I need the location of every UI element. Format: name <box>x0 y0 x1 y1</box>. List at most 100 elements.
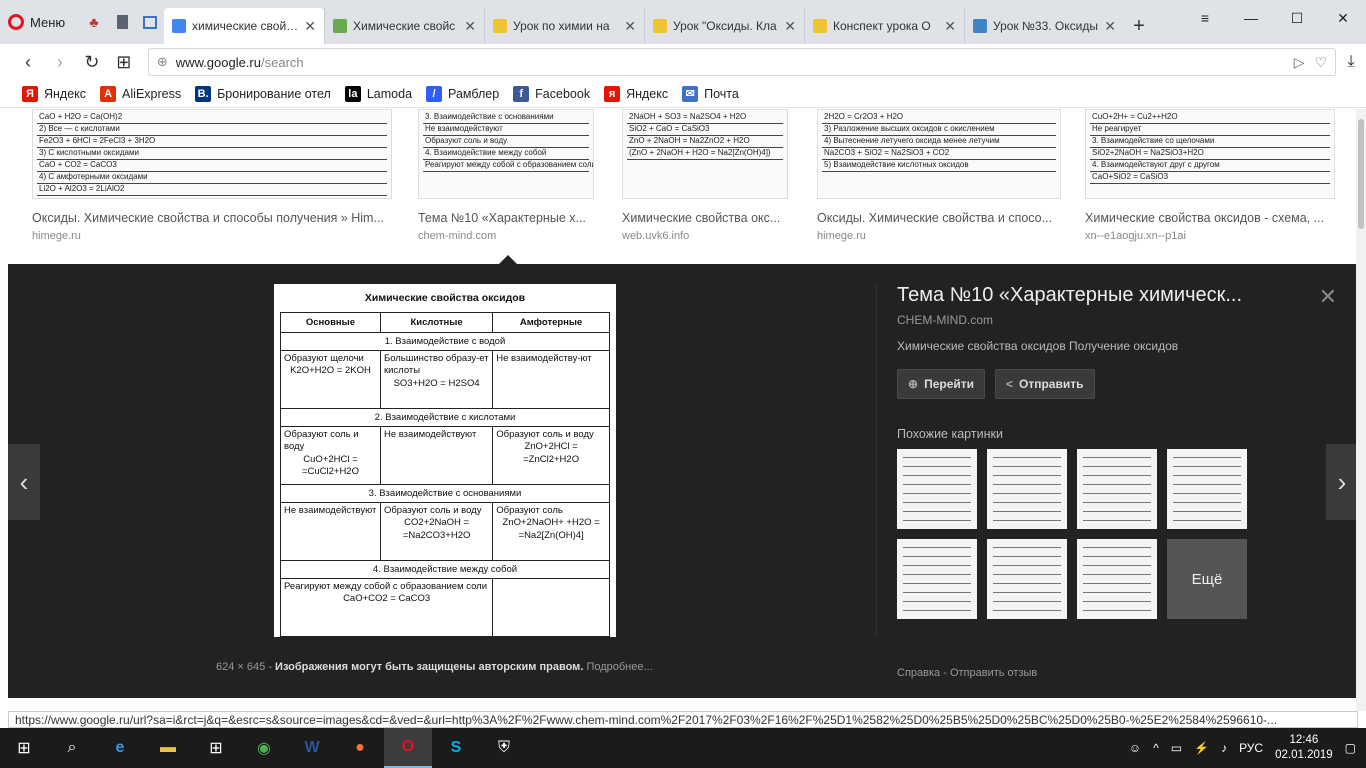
similar-image[interactable] <box>897 539 977 619</box>
result-title[interactable]: Оксиды. Химические свойства и способы по… <box>32 211 392 225</box>
browser-tab[interactable]: Химические свойс ✕ <box>324 8 484 44</box>
close-tab-icon[interactable]: ✕ <box>464 18 476 35</box>
opera-menu-button[interactable]: Меню <box>0 0 80 44</box>
similar-image[interactable] <box>1167 449 1247 529</box>
thumbnail-text: 4) Вытеснение летучего оксида менее лету… <box>824 136 1000 145</box>
sidebar-tab-icon[interactable] <box>136 0 164 44</box>
close-tab-icon[interactable]: ✕ <box>944 18 956 35</box>
back-button[interactable]: ‹ <box>12 46 44 78</box>
network-icon[interactable]: ⚡ <box>1194 741 1209 755</box>
address-bar[interactable]: ⊕ www.google.ru/search ▷ ♡ <box>147 48 1337 76</box>
close-tab-icon[interactable]: ✕ <box>784 18 796 35</box>
bookmark-item[interactable]: ✉ Почта <box>682 85 739 102</box>
image-result[interactable]: 2H2O = Cr2O3 + H2O 3) Разложение высших о… <box>817 109 1061 242</box>
result-thumbnail[interactable]: 3. Взаимодействие с основаниями Не взаимо… <box>418 109 594 199</box>
similar-image[interactable] <box>897 449 977 529</box>
result-title[interactable]: Тема №10 «Характерные х... <box>418 211 594 225</box>
firefox-taskbar-button[interactable]: ● <box>336 728 384 768</box>
similar-image[interactable] <box>1077 449 1157 529</box>
preview-title[interactable]: Тема №10 «Характерные химическ... <box>897 284 1297 307</box>
preview-image[interactable]: Химические свойства оксидов Основные Кисл… <box>274 284 616 637</box>
language-indicator[interactable]: РУС <box>1239 741 1263 755</box>
speed-dial-icon[interactable]: ⊞ <box>108 46 140 78</box>
volume-icon[interactable]: ♪ <box>1221 741 1227 755</box>
word-taskbar-button[interactable]: W <box>288 728 336 768</box>
image-result[interactable]: 2NaOH + SO3 = Na2SO4 + H2O SiO2 + CaO = C… <box>622 109 788 242</box>
bookmark-item[interactable]: f Facebook <box>513 85 590 102</box>
pinned-tab-icon[interactable]: ♣ <box>80 0 108 44</box>
thumbnail-text: 3. Взаимодействие со щелочами <box>1092 136 1215 145</box>
chevron-up-icon[interactable]: ^ <box>1153 741 1159 755</box>
image-result[interactable]: CuO+2H+ = Cu2++H2O Не реагирует 3. Взаимод… <box>1085 109 1335 242</box>
result-thumbnail[interactable]: CuO+2H+ = Cu2++H2O Не реагирует 3. Взаимод… <box>1085 109 1335 199</box>
status-url: https://www.google.ru/url?sa=i&rct=j&q=&… <box>8 711 1358 728</box>
bookmark-item[interactable]: / Рамблер <box>426 85 499 102</box>
result-thumbnail[interactable]: 2H2O = Cr2O3 + H2O 3) Разложение высших о… <box>817 109 1061 199</box>
close-tab-icon[interactable]: ✕ <box>624 18 636 35</box>
bookmark-item[interactable]: A AliExpress <box>100 85 181 102</box>
image-table-title: Химические свойства оксидов <box>364 292 526 304</box>
share-button[interactable]: < Отправить <box>995 369 1095 399</box>
opera-logo-icon <box>8 14 24 30</box>
skype-taskbar-button[interactable]: S <box>432 728 480 768</box>
visit-button[interactable]: ⊕ Перейти <box>897 369 985 399</box>
page-scrollbar[interactable] <box>1356 109 1366 711</box>
close-tab-icon[interactable]: ✕ <box>1104 18 1116 35</box>
start-button[interactable]: ⊞ <box>0 728 48 768</box>
clock[interactable]: 12:46 02.01.2019 <box>1275 733 1333 763</box>
thumbnail-text: ZnO + 2NaOH = Na2ZnO2 + H2O <box>629 136 750 145</box>
thumbnail-text: 5) Взаимодействие кислотных оксидов <box>824 160 969 169</box>
thumbnail-text: CaO + CO2 = CaCO3 <box>39 160 117 169</box>
reload-button[interactable]: ↻ <box>76 46 108 78</box>
send-icon[interactable]: ▷ <box>1294 54 1305 71</box>
result-thumbnail[interactable]: 2NaOH + SO3 = Na2SO4 + H2O SiO2 + CaO = C… <box>622 109 788 199</box>
close-preview-icon[interactable]: ✕ <box>1319 284 1337 310</box>
result-title[interactable]: Химические свойства окс... <box>622 211 788 225</box>
browser-tab[interactable]: Урок по химии на ✕ <box>484 8 644 44</box>
download-icon[interactable]: ⤓ <box>1336 46 1366 78</box>
close-window-button[interactable]: ✕ <box>1320 0 1366 36</box>
browser-tab[interactable]: Урок №33. Оксиды ✕ <box>964 8 1124 44</box>
help-link[interactable]: Справка <box>897 667 940 679</box>
battery-icon[interactable]: ▭ <box>1171 741 1182 755</box>
people-icon[interactable]: ☺ <box>1129 741 1141 755</box>
minimize-button[interactable]: — <box>1228 0 1274 36</box>
similar-image[interactable] <box>1077 539 1157 619</box>
feedback-link[interactable]: Отправить отзыв <box>950 667 1037 679</box>
browser-tab[interactable]: Урок "Оксиды. Кла ✕ <box>644 8 804 44</box>
similar-image[interactable] <box>987 449 1067 529</box>
browser-tab[interactable]: Конспект урока О ✕ <box>804 8 964 44</box>
url-text: www.google.ru/search <box>175 54 304 70</box>
bookmark-item[interactable]: Я Яндекс <box>22 85 86 102</box>
heart-icon[interactable]: ♡ <box>1314 54 1327 71</box>
image-result[interactable]: CaO + H2O = Ca(OH)2 2) Все — с кислотами F… <box>32 109 392 242</box>
opera-taskbar-button[interactable]: O <box>384 728 432 768</box>
forward-button[interactable]: › <box>44 46 76 78</box>
tab-label: химические свойства <box>192 19 298 33</box>
bookmark-item[interactable]: я Яндекс <box>604 85 668 102</box>
maximize-button[interactable]: ☐ <box>1274 0 1320 36</box>
chrome-taskbar-button[interactable]: ◉ <box>240 728 288 768</box>
image-result[interactable]: 3. Взаимодействие с основаниями Не взаимо… <box>418 109 594 242</box>
prev-image-button[interactable]: ‹ <box>8 444 40 520</box>
explorer-taskbar-button[interactable]: ▬ <box>144 728 192 768</box>
result-title[interactable]: Химические свойства оксидов - схема, ... <box>1085 211 1335 225</box>
store-taskbar-button[interactable]: ⊞ <box>192 728 240 768</box>
close-tab-icon[interactable]: ✕ <box>304 18 316 35</box>
edge-taskbar-button[interactable]: e <box>96 728 144 768</box>
game-taskbar-button[interactable]: ⛨ <box>480 728 528 768</box>
tab-search-icon[interactable]: ≡ <box>1182 0 1228 36</box>
result-thumbnail[interactable]: CaO + H2O = Ca(OH)2 2) Все — с кислотами F… <box>32 109 392 199</box>
more-info-link[interactable]: Подробнее... <box>586 661 652 673</box>
similar-image[interactable] <box>987 539 1067 619</box>
document-tab-icon[interactable] <box>108 0 136 44</box>
result-source: himege.ru <box>32 230 81 242</box>
browser-tab[interactable]: химические свойства ✕ <box>164 8 324 44</box>
result-title[interactable]: Оксиды. Химические свойства и спосо... <box>817 211 1061 225</box>
bookmark-item[interactable]: B. Бронирование отел <box>195 85 331 102</box>
new-tab-button[interactable]: + <box>1124 8 1154 44</box>
notifications-icon[interactable]: ▢ <box>1345 741 1356 755</box>
search-button[interactable]: ⌕ <box>48 728 96 768</box>
bookmark-item[interactable]: la Lamoda <box>344 85 412 102</box>
more-similar-button[interactable]: Ещё <box>1167 539 1247 619</box>
